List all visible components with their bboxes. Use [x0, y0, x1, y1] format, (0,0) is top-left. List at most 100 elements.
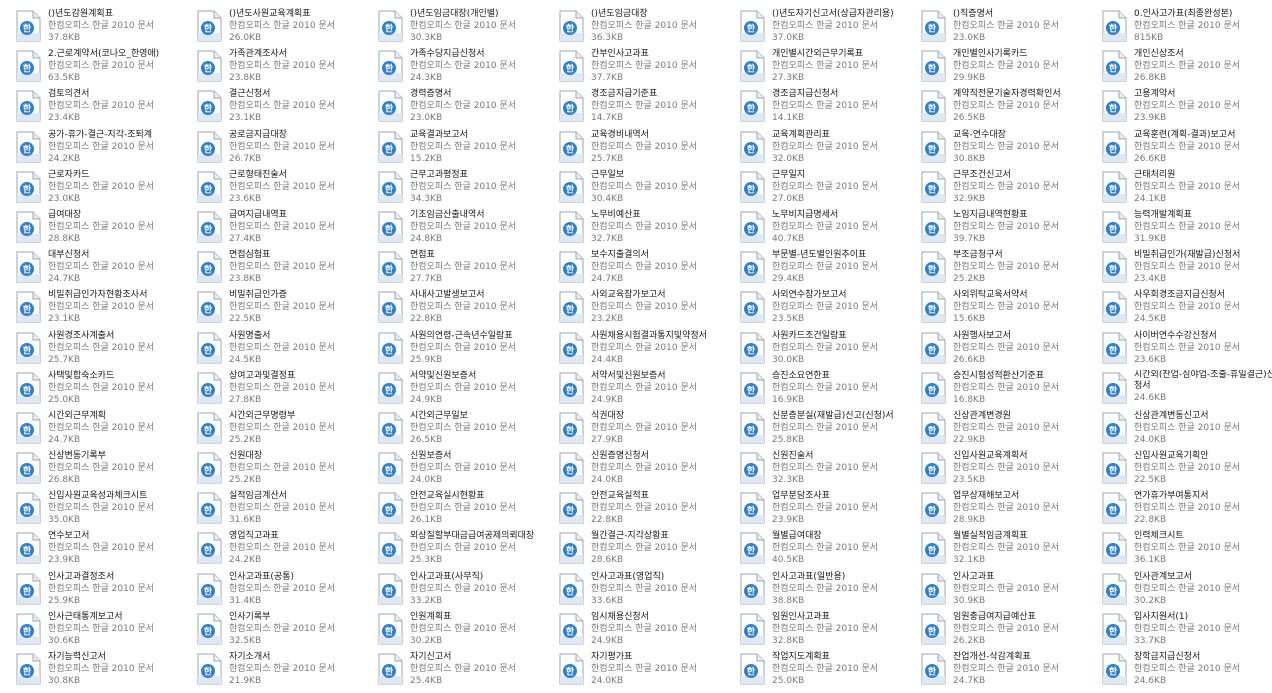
- file-item[interactable]: 한 가족관계조사서 한컴오피스 한글 2010 문서 23.8KB: [195, 48, 376, 88]
- file-item[interactable]: 한 임원인사고과표 한컴오피스 한글 2010 문서 32.8KB: [738, 611, 919, 651]
- file-item[interactable]: 한 사외교육참가보고서 한컴오피스 한글 2010 문서 23.2KB: [557, 289, 738, 329]
- file-item[interactable]: 한 인원계획표 한컴오피스 한글 2010 문서 30.2KB: [376, 611, 557, 651]
- file-item[interactable]: 한 근무일지 한컴오피스 한글 2010 문서 27.0KB: [738, 169, 919, 209]
- file-item[interactable]: 한 인사고과결정조서 한컴오피스 한글 2010 문서 25.9KB: [14, 571, 195, 611]
- file-item[interactable]: 한 사내사고발생보고서 한컴오피스 한글 2010 문서 22.8KB: [376, 289, 557, 329]
- file-item[interactable]: 한 사원명출서 한컴오피스 한글 2010 문서 24.5KB: [195, 330, 376, 370]
- file-item[interactable]: 한 고용계약서 한컴오피스 한글 2010 문서 23.9KB: [1100, 88, 1272, 128]
- file-item[interactable]: 한 신상변동기록부 한컴오피스 한글 2010 문서 26.8KB: [14, 450, 195, 490]
- file-item[interactable]: 한 ()년도임금대장(개인별) 한컴오피스 한글 2010 문서 30.3KB: [376, 8, 557, 48]
- file-item[interactable]: 한 근로형태진술서 한컴오피스 한글 2010 문서 23.6KB: [195, 169, 376, 209]
- file-item[interactable]: 한 자기평가표 한컴오피스 한글 2010 문서 24.0KB: [557, 651, 738, 691]
- file-item[interactable]: 한 ()년도자기신고서(상급자관리용) 한컴오피스 한글 2010 문서 37.…: [738, 8, 919, 48]
- file-item[interactable]: 한 인사고과표(공통) 한컴오피스 한글 2010 문서 31.4KB: [195, 571, 376, 611]
- file-item[interactable]: 한 검토의견서 한컴오피스 한글 2010 문서 23.4KB: [14, 88, 195, 128]
- file-item[interactable]: 한 업무분담조사표 한컴오피스 한글 2010 문서 23.9KB: [738, 490, 919, 530]
- file-item[interactable]: 한 인사고과표(일반용) 한컴오피스 한글 2010 문서 38.8KB: [738, 571, 919, 611]
- file-item[interactable]: 한 인사관계보고서 한컴오피스 한글 2010 문서 30.2KB: [1100, 571, 1272, 611]
- file-item[interactable]: 한 신원증명신청서 한컴오피스 한글 2010 문서 24.0KB: [557, 450, 738, 490]
- file-item[interactable]: 한 급여대장 한컴오피스 한글 2010 문서 28.8KB: [14, 209, 195, 249]
- file-item[interactable]: 한 개인별인사기록카드 한컴오피스 한글 2010 문서 29.9KB: [919, 48, 1100, 88]
- file-item[interactable]: 한 급여지급내역표 한컴오피스 한글 2010 문서 27.4KB: [195, 209, 376, 249]
- file-item[interactable]: 한 식권대장 한컴오피스 한글 2010 문서 27.9KB: [557, 410, 738, 450]
- file-item[interactable]: 한 대부신청서 한컴오피스 한글 2010 문서 24.7KB: [14, 249, 195, 289]
- file-item[interactable]: 한 ()년도임금대장 한컴오피스 한글 2010 문서 36.3KB: [557, 8, 738, 48]
- file-item[interactable]: 한 ()년도감원계획표 한컴오피스 한글 2010 문서 37.8KB: [14, 8, 195, 48]
- file-item[interactable]: 한 2.근로계약서(코나오_한영애) 한컴오피스 한글 2010 문서 63.5…: [14, 48, 195, 88]
- file-item[interactable]: 한 임시채용신청서 한컴오피스 한글 2010 문서 24.9KB: [557, 611, 738, 651]
- file-item[interactable]: 한 사원카드조건일람표 한컴오피스 한글 2010 문서 30.0KB: [738, 330, 919, 370]
- file-item[interactable]: 한 경조금지급기준표 한컴오피스 한글 2010 문서 14.7KB: [557, 88, 738, 128]
- file-item[interactable]: 한 사원의연령-근속년수일람표 한컴오피스 한글 2010 문서 25.9KB: [376, 330, 557, 370]
- file-item[interactable]: 한 면접표 한컴오피스 한글 2010 문서 27.7KB: [376, 249, 557, 289]
- file-item[interactable]: 한 서약서및신원보증서 한컴오피스 한글 2010 문서 24.9KB: [557, 370, 738, 410]
- file-item[interactable]: 한 결근신청서 한컴오피스 한글 2010 문서 23.1KB: [195, 88, 376, 128]
- file-item[interactable]: 한 근무일보 한컴오피스 한글 2010 문서 30.4KB: [557, 169, 738, 209]
- file-item[interactable]: 한 개인별시간외근무기록표 한컴오피스 한글 2010 문서 27.3KB: [738, 48, 919, 88]
- file-item[interactable]: 한 업무상재해보고서 한컴오피스 한글 2010 문서 28.9KB: [919, 490, 1100, 530]
- file-item[interactable]: 한 기초임금산출내역서 한컴오피스 한글 2010 문서 24.8KB: [376, 209, 557, 249]
- file-item[interactable]: 한 입사지원서(1) 한컴오피스 한글 2010 문서 33.7KB: [1100, 611, 1272, 651]
- file-item[interactable]: 한 면접심험표 한컴오피스 한글 2010 문서 23.8KB: [195, 249, 376, 289]
- file-item[interactable]: 한 교육경비내역서 한컴오피스 한글 2010 문서 25.7KB: [557, 129, 738, 169]
- file-item[interactable]: 한 근로자카드 한컴오피스 한글 2010 문서 23.0KB: [14, 169, 195, 209]
- file-item[interactable]: 한 인사고과표(사무직) 한컴오피스 한글 2010 문서 33.2KB: [376, 571, 557, 611]
- file-item[interactable]: 한 부문별-년도별인원추이표 한컴오피스 한글 2010 문서 29.4KB: [738, 249, 919, 289]
- file-item[interactable]: 한 신입사원교육성과체크시트 한컴오피스 한글 2010 문서 35.0KB: [14, 490, 195, 530]
- file-item[interactable]: 한 작업지도계획표 한컴오피스 한글 2010 문서 25.0KB: [738, 651, 919, 691]
- file-item[interactable]: 한 자기능력신고서 한컴오피스 한글 2010 문서 30.8KB: [14, 651, 195, 691]
- file-item[interactable]: 한 외상질할부대금급여공제의뢰대장 한컴오피스 한글 2010 문서 25.3K…: [376, 530, 557, 570]
- file-item[interactable]: 한 근무고과평정표 한컴오피스 한글 2010 문서 34.3KB: [376, 169, 557, 209]
- file-item[interactable]: 한 교육훈련(계획-결과)보고서 한컴오피스 한글 2010 문서 26.6KB: [1100, 129, 1272, 169]
- file-item[interactable]: 한 ()직증명서 한컴오피스 한글 2010 문서 23.0KB: [919, 8, 1100, 48]
- file-item[interactable]: 한 사외연수참가보고서 한컴오피스 한글 2010 문서 23.5KB: [738, 289, 919, 329]
- file-item[interactable]: 한 사원행사보고서 한컴오피스 한글 2010 문서 26.6KB: [919, 330, 1100, 370]
- file-item[interactable]: 한 경조금지급신청서 한컴오피스 한글 2010 문서 14.1KB: [738, 88, 919, 128]
- file-item[interactable]: 한 가족수당지급신청서 한컴오피스 한글 2010 문서 24.3KB: [376, 48, 557, 88]
- file-item[interactable]: 한 경력증명서 한컴오피스 한글 2010 문서 23.0KB: [376, 88, 557, 128]
- file-item[interactable]: 한 인사기록부 한컴오피스 한글 2010 문서 32.5KB: [195, 611, 376, 651]
- file-item[interactable]: 한 안전교육실적표 한컴오피스 한글 2010 문서 22.8KB: [557, 490, 738, 530]
- file-item[interactable]: 한 신원대장 한컴오피스 한글 2010 문서 25.2KB: [195, 450, 376, 490]
- file-item[interactable]: 한 근무조건신고서 한컴오피스 한글 2010 문서 32.9KB: [919, 169, 1100, 209]
- file-item[interactable]: 한 0.인사고가표(최종완성본) 한컴오피스 한글 2010 문서 815KB: [1100, 8, 1272, 48]
- file-item[interactable]: 한 안전교육실시현황표 한컴오피스 한글 2010 문서 26.1KB: [376, 490, 557, 530]
- file-item[interactable]: 한 영업직고과표 한컴오피스 한글 2010 문서 24.2KB: [195, 530, 376, 570]
- file-item[interactable]: 한 신상관계변동신고서 한컴오피스 한글 2010 문서 24.0KB: [1100, 410, 1272, 450]
- file-item[interactable]: 한 신입사원교육기획안 한컴오피스 한글 2010 문서 22.5KB: [1100, 450, 1272, 490]
- file-item[interactable]: 한 사원경조사계출서 한컴오피스 한글 2010 문서 25.7KB: [14, 330, 195, 370]
- file-item[interactable]: 한 비밀취급인가증 한컴오피스 한글 2010 문서 22.5KB: [195, 289, 376, 329]
- file-item[interactable]: 한 부조금청구서 한컴오피스 한글 2010 문서 25.2KB: [919, 249, 1100, 289]
- file-item[interactable]: 한 노무비예산표 한컴오피스 한글 2010 문서 32.7KB: [557, 209, 738, 249]
- file-item[interactable]: 한 보수지출결의서 한컴오피스 한글 2010 문서 24.7KB: [557, 249, 738, 289]
- file-item[interactable]: 한 월별실적임금계획표 한컴오피스 한글 2010 문서 32.1KB: [919, 530, 1100, 570]
- file-item[interactable]: 한 시간외근무계획 한컴오피스 한글 2010 문서 24.7KB: [14, 410, 195, 450]
- file-item[interactable]: 한 시간외근무명령부 한컴오피스 한글 2010 문서 25.2KB: [195, 410, 376, 450]
- file-item[interactable]: 한 월간결근-지각상황표 한컴오피스 한글 2010 문서 28.6KB: [557, 530, 738, 570]
- file-item[interactable]: 한 신상관계변경원 한컴오피스 한글 2010 문서 22.9KB: [919, 410, 1100, 450]
- file-item[interactable]: 한 사이버연수수강신청서 한컴오피스 한글 2010 문서 23.6KB: [1100, 330, 1272, 370]
- file-item[interactable]: 한 월별급여대장 한컴오피스 한글 2010 문서 40.5KB: [738, 530, 919, 570]
- file-item[interactable]: 한 사우회경조금지급신청서 한컴오피스 한글 2010 문서 24.5KB: [1100, 289, 1272, 329]
- file-item[interactable]: 한 잔업개선-삭감계획표 한컴오피스 한글 2010 문서 24.7KB: [919, 651, 1100, 691]
- file-item[interactable]: 한 개인신상조서 한컴오피스 한글 2010 문서 26.8KB: [1100, 48, 1272, 88]
- file-item[interactable]: 한 승진소요연한표 한컴오피스 한글 2010 문서 16.9KB: [738, 370, 919, 410]
- file-item[interactable]: 한 서약및신원보증서 한컴오피스 한글 2010 문서 24.9KB: [376, 370, 557, 410]
- file-item[interactable]: 한 인사근태통계보고서 한컴오피스 한글 2010 문서 30.6KB: [14, 611, 195, 651]
- file-item[interactable]: 한 사택및합숙소카드 한컴오피스 한글 2010 문서 25.0KB: [14, 370, 195, 410]
- file-item[interactable]: 한 사외위탁교육서약서 한컴오피스 한글 2010 문서 15.6KB: [919, 289, 1100, 329]
- file-item[interactable]: 한 임원충급여지급예산표 한컴오피스 한글 2010 문서 26.2KB: [919, 611, 1100, 651]
- file-item[interactable]: 한 인력체크시트 한컴오피스 한글 2010 문서 36.1KB: [1100, 530, 1272, 570]
- file-item[interactable]: 한 ()년도사원교육계획표 한컴오피스 한글 2010 문서 26.0KB: [195, 8, 376, 48]
- file-item[interactable]: 한 신입사원교육계획서 한컴오피스 한글 2010 문서 23.5KB: [919, 450, 1100, 490]
- file-item[interactable]: 한 실적임금계산서 한컴오피스 한글 2010 문서 31.6KB: [195, 490, 376, 530]
- file-item[interactable]: 한 인사고과표 한컴오피스 한글 2010 문서 30.9KB: [919, 571, 1100, 611]
- file-item[interactable]: 한 노임지급내역현황표 한컴오피스 한글 2010 문서 39.7KB: [919, 209, 1100, 249]
- file-item[interactable]: 한 자기신고서 한컴오피스 한글 2010 문서 25.4KB: [376, 651, 557, 691]
- file-item[interactable]: 한 계약직전문기술자경력확인서 한컴오피스 한글 2010 문서 26.5KB: [919, 88, 1100, 128]
- file-item[interactable]: 한 연수보고서 한컴오피스 한글 2010 문서 23.9KB: [14, 530, 195, 570]
- file-item[interactable]: 한 신원진술서 한컴오피스 한글 2010 문서 32.3KB: [738, 450, 919, 490]
- file-item[interactable]: 한 능력개발계획표 한컴오피스 한글 2010 문서 31.9KB: [1100, 209, 1272, 249]
- file-item[interactable]: 한 비밀취급인가자현황조사서 한컴오피스 한글 2010 문서 23.1KB: [14, 289, 195, 329]
- file-item[interactable]: 한 공로금지급대장 한컴오피스 한글 2010 문서 26.7KB: [195, 129, 376, 169]
